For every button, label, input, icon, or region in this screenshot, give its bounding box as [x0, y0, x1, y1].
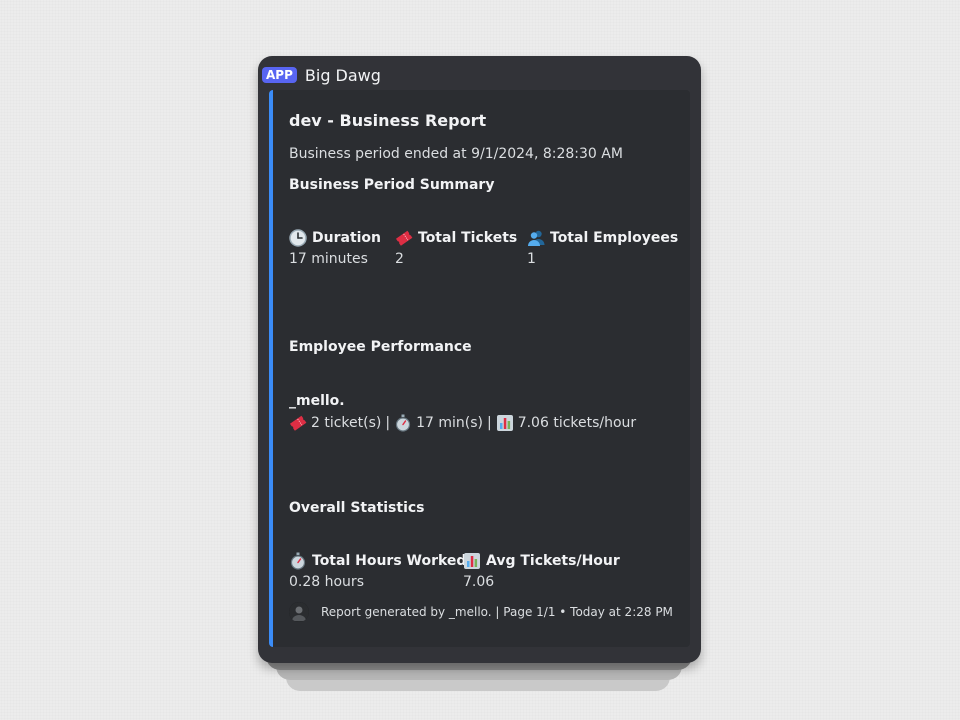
employee-name: _mello.: [289, 393, 345, 409]
report-embed: dev - Business Report Business period en…: [269, 90, 690, 647]
people-icon: [527, 229, 545, 247]
field-name: Total Tickets: [418, 230, 518, 246]
clock-icon: [289, 229, 307, 247]
field-total-tickets: Total Tickets 2: [395, 229, 517, 267]
bar-chart-icon: [496, 414, 514, 432]
separator: |: [385, 415, 391, 431]
field-total-employees: Total Employees 1: [527, 229, 678, 267]
ticket-icon: [395, 229, 413, 247]
field-avg-tickets: Avg Tickets/Hour 7.06: [463, 552, 620, 590]
field-name: Duration: [312, 230, 382, 246]
avatar[interactable]: [289, 602, 309, 622]
performance-heading: Employee Performance: [289, 339, 472, 355]
app-badge: APP: [262, 67, 297, 83]
message-header: APP Big Dawg: [262, 65, 381, 85]
message-card: APP Big Dawg dev - Business Report Busin…: [258, 56, 701, 663]
bot-name[interactable]: Big Dawg: [305, 66, 381, 85]
field-name: Total Hours Worked: [312, 553, 467, 569]
embed-description: Business period ended at 9/1/2024, 8:28:…: [289, 146, 623, 162]
employee-rate: 7.06 tickets/hour: [517, 415, 637, 431]
stopwatch-icon: [394, 414, 412, 432]
field-total-hours: Total Hours Worked 0.28 hours: [289, 552, 466, 590]
bar-chart-icon: [463, 552, 481, 570]
field-value: 0.28 hours: [289, 574, 364, 590]
employee-tickets: 2 ticket(s): [311, 415, 382, 431]
embed-title: dev - Business Report: [289, 111, 487, 130]
employee-stats: 2 ticket(s) | 17 min(s) | 7.06 tickets/h…: [289, 414, 636, 432]
field-value: 1: [527, 251, 536, 267]
summary-heading: Business Period Summary: [289, 177, 495, 193]
overall-heading: Overall Statistics: [289, 500, 425, 516]
employee-time: 17 min(s): [416, 415, 483, 431]
footer-text: Report generated by _mello. | Page 1/1 •…: [321, 605, 673, 619]
field-value: 17 minutes: [289, 251, 368, 267]
field-value: 2: [395, 251, 404, 267]
separator: |: [486, 415, 492, 431]
ticket-icon: [289, 414, 307, 432]
field-duration: Duration 17 minutes: [289, 229, 381, 267]
field-name: Avg Tickets/Hour: [486, 553, 620, 569]
field-value: 7.06: [463, 574, 495, 590]
stopwatch-icon: [289, 552, 307, 570]
embed-footer: Report generated by _mello. | Page 1/1 •…: [289, 602, 673, 622]
field-name: Total Employees: [550, 230, 679, 246]
